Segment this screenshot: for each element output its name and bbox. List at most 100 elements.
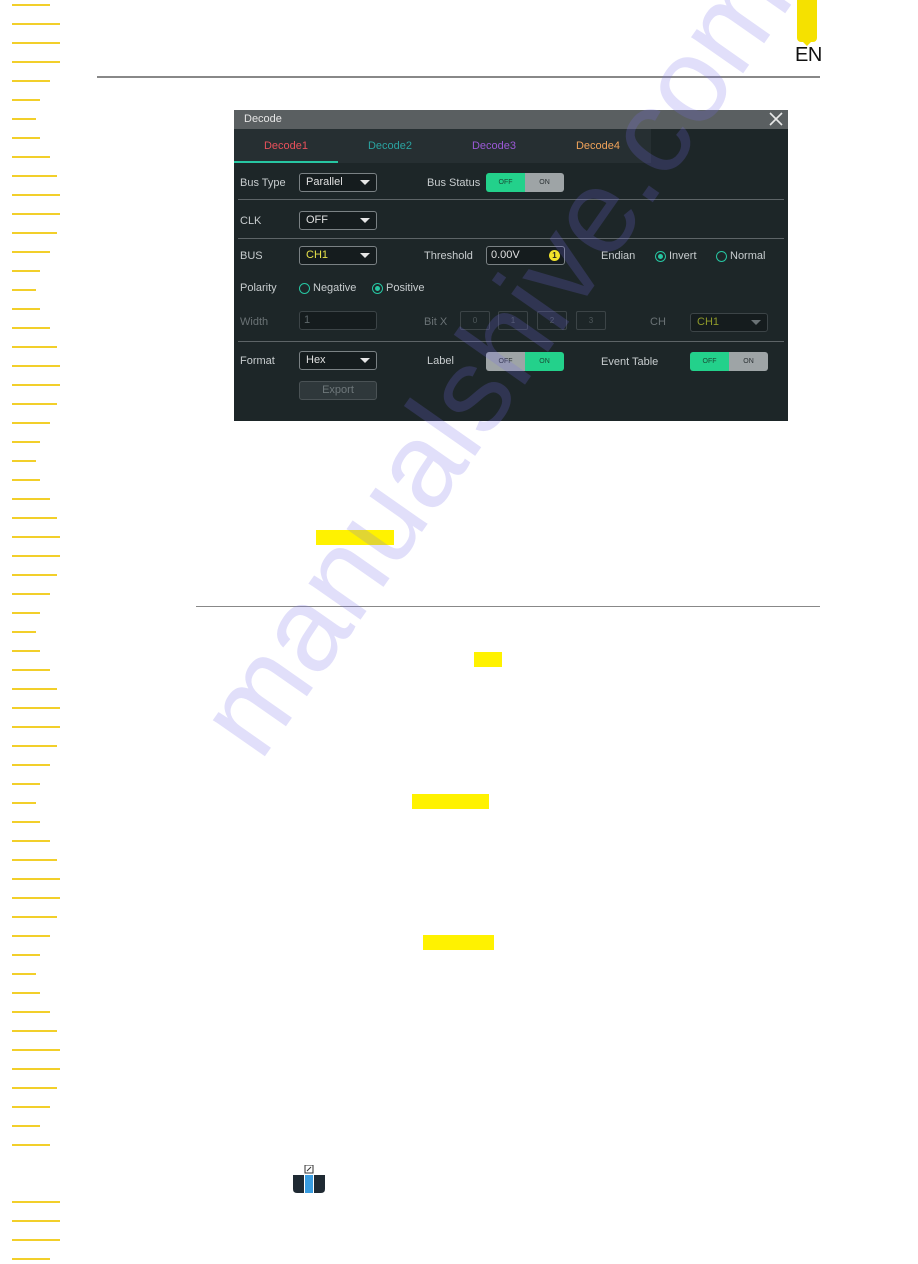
clk-select[interactable]: OFF [299, 211, 377, 230]
bus-type-value: Parallel [306, 176, 343, 188]
radio-unchecked-icon [716, 250, 727, 262]
dropdown-caret-icon [360, 358, 370, 363]
divider [238, 238, 784, 239]
edge-stripe [12, 688, 57, 690]
edge-stripe [12, 726, 60, 728]
edge-stripe [12, 1258, 50, 1260]
dropdown-caret-icon [751, 320, 761, 325]
threshold-input[interactable]: 0.00V 1 [486, 246, 565, 265]
ch-value: CH1 [697, 316, 720, 328]
bit-x-label: Bit X [424, 316, 448, 328]
endian-normal-label: Normal [730, 250, 766, 262]
dropdown-caret-icon [360, 218, 370, 223]
edge-stripe [12, 935, 50, 937]
highlighted-term [412, 794, 489, 809]
dropdown-caret-icon [360, 253, 370, 258]
edge-stripe [12, 612, 40, 614]
edge-stripe [12, 802, 36, 804]
edge-stripe [12, 23, 60, 25]
toggle-on-segment[interactable]: ON [525, 173, 564, 192]
threshold-value: 0.00V [491, 249, 520, 261]
radio-checked-icon [655, 250, 666, 262]
edge-stripe [12, 99, 40, 101]
toggle-on-segment[interactable]: ON [525, 352, 564, 371]
tab-decode2[interactable]: Decode2 [338, 129, 442, 163]
edge-stripe [12, 270, 40, 272]
edge-stripe [12, 346, 57, 348]
polarity-negative-radio[interactable]: Negative [299, 282, 356, 294]
toggle-on-segment[interactable]: ON [729, 352, 768, 371]
clk-value: OFF [306, 214, 328, 226]
bit-box-0[interactable]: 0 [460, 311, 490, 330]
format-select[interactable]: Hex [299, 351, 377, 370]
event-table-toggle[interactable]: OFF ON [690, 352, 768, 371]
edge-stripe [12, 441, 40, 443]
bus-select[interactable]: CH1 [299, 246, 377, 265]
bit-box-1[interactable]: 1 [498, 311, 528, 330]
bus-status-toggle[interactable]: OFF ON [486, 173, 564, 192]
edge-stripe [12, 289, 36, 291]
edge-stripe [12, 1011, 50, 1013]
edge-stripe [12, 1106, 50, 1108]
edge-stripe [12, 1068, 60, 1070]
edge-stripe [12, 498, 50, 500]
polarity-negative-label: Negative [313, 282, 357, 294]
label-toggle-label: Label [427, 355, 454, 367]
edge-stripe [12, 783, 40, 785]
dialog-titlebar: Decode [234, 110, 788, 129]
export-button[interactable]: Export [299, 381, 377, 400]
edge-stripe [12, 1125, 40, 1127]
dropdown-caret-icon [360, 180, 370, 185]
toggle-off-segment[interactable]: OFF [690, 352, 729, 371]
ch-select[interactable]: CH1 [690, 313, 768, 332]
ch-label: CH [650, 316, 666, 328]
width-input[interactable]: 1 [299, 311, 377, 330]
edge-stripe [12, 118, 36, 120]
edge-stripe [12, 536, 60, 538]
edge-stripe [12, 859, 57, 861]
edge-stripe [12, 1239, 60, 1241]
edge-stripe [12, 1144, 50, 1146]
bit-box-3[interactable]: 3 [576, 311, 606, 330]
edge-stripe [12, 574, 57, 576]
tab-decode1[interactable]: Decode1 [234, 129, 338, 163]
edge-stripe [12, 1030, 57, 1032]
close-icon[interactable] [768, 111, 784, 127]
tab-decode4[interactable]: Decode4 [546, 129, 650, 163]
tab-decode3[interactable]: Decode3 [442, 129, 546, 163]
threshold-label: Threshold [424, 250, 473, 262]
edge-stripe [12, 80, 50, 82]
endian-invert-radio[interactable]: Invert [655, 250, 697, 262]
highlighted-term [423, 935, 494, 950]
endian-normal-radio[interactable]: Normal [716, 250, 765, 262]
toggle-off-segment[interactable]: OFF [486, 352, 525, 371]
edge-stripe [12, 365, 60, 367]
edge-stripe [12, 194, 60, 196]
width-label: Width [240, 316, 269, 328]
label-toggle[interactable]: OFF ON [486, 352, 564, 371]
section-rule [196, 606, 820, 607]
edge-stripe [12, 1220, 60, 1222]
polarity-positive-radio[interactable]: Positive [372, 282, 425, 294]
polarity-label: Polarity [240, 282, 277, 294]
bus-type-select[interactable]: Parallel [299, 173, 377, 192]
toggle-off-segment[interactable]: OFF [486, 173, 525, 192]
edge-stripe [12, 403, 57, 405]
clk-label: CLK [240, 215, 262, 227]
edge-stripe [12, 460, 36, 462]
bus-value: CH1 [306, 249, 329, 261]
edge-stripe [12, 821, 40, 823]
edge-stripe [12, 973, 36, 975]
edge-stripe [12, 384, 60, 386]
header-rule [97, 76, 820, 78]
edge-stripe [12, 669, 50, 671]
edge-stripe [12, 137, 40, 139]
bit-box-2[interactable]: 2 [537, 311, 567, 330]
width-value: 1 [304, 314, 311, 326]
endian-invert-label: Invert [669, 250, 697, 262]
edge-stripe [12, 479, 40, 481]
language-tab-marker [797, 0, 817, 46]
polarity-positive-label: Positive [386, 282, 425, 294]
edge-stripe [12, 213, 60, 215]
event-table-label: Event Table [601, 356, 659, 368]
